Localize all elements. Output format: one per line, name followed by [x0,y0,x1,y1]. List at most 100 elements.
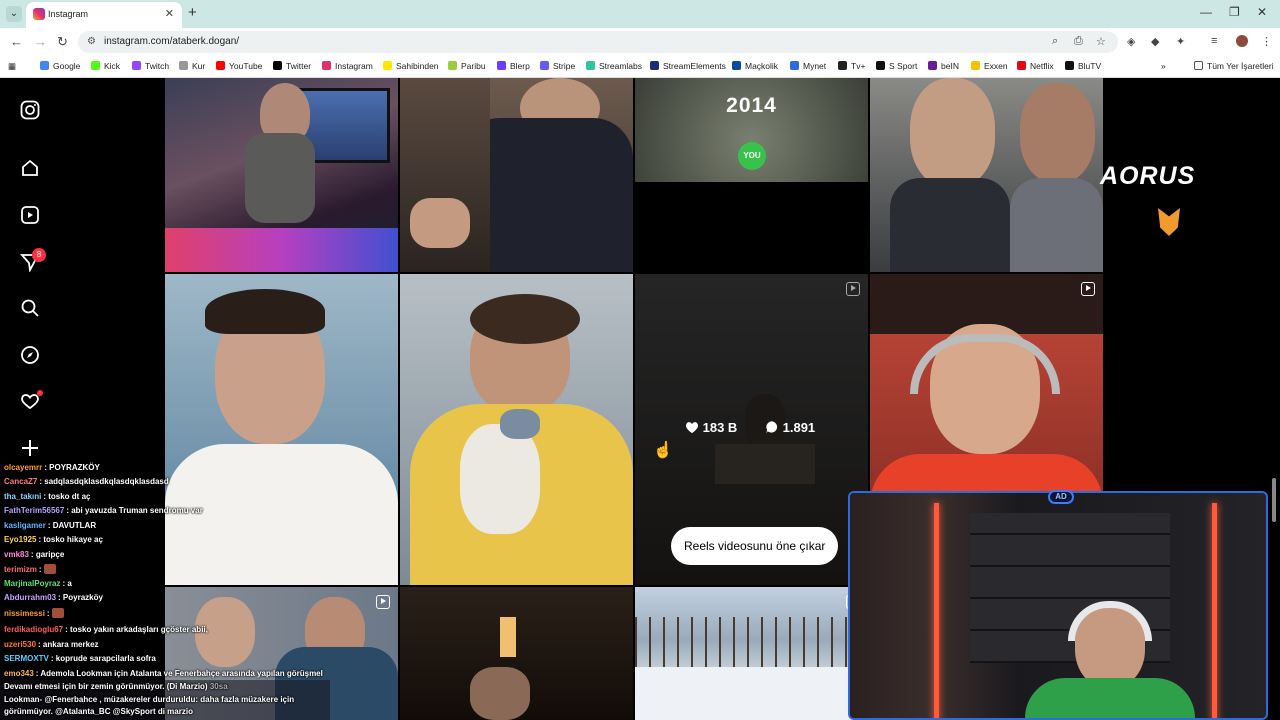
apps-grid-icon[interactable]: ▦ [8,61,16,72]
reel-thumbnail[interactable] [635,587,868,720]
site-info-icon[interactable]: ⚙ [87,36,96,47]
bookmark-blutv[interactable]: BluTV [1065,61,1101,71]
bookmark-ssport[interactable]: S Sport [876,61,917,71]
bookmark-kur[interactable]: Kur [179,61,205,71]
home-icon[interactable] [20,158,40,178]
chat-message: Abdurrahm03: Poyrazköy [4,593,103,602]
bookmark-blerp[interactable]: Blerp [497,61,530,71]
post-thumbnail[interactable] [870,78,1103,272]
likes-heart-icon [685,422,699,434]
aorus-logo: AORUS [1100,162,1196,190]
year-caption: 2014 [726,94,777,117]
create-plus-icon[interactable] [20,438,40,458]
post-thumbnail[interactable]: 2014 YOU [635,78,868,272]
notification-dot [37,390,43,396]
search-icon[interactable] [20,298,40,318]
bookmark-paribu[interactable]: Paribu [448,61,486,71]
chat-message: MarjinalPoyraz: a [4,579,72,588]
chat-message: FathTerim56567: abi yavuzda Truman sendr… [4,506,203,515]
fox-logo-icon [1158,208,1180,236]
you-badge: YOU [738,142,766,170]
ai-icon[interactable]: ◆ [1151,35,1159,48]
bookmark-stripe[interactable]: Stripe [540,61,575,71]
forward-icon[interactable]: → [34,34,47,49]
bookmark-youtube[interactable]: YouTube [216,61,262,71]
bookmark-twitter[interactable]: Twitter [273,61,311,71]
profile-avatar[interactable] [1236,35,1248,47]
omnibox[interactable]: ⚙ instagram.com/ataberk.dogan/ ⌕ ⎙ ☆ [78,31,1118,53]
bookmark-streamelements[interactable]: StreamElements [650,61,726,71]
new-tab-button[interactable]: + [188,4,197,21]
menu-icon[interactable]: ⋮ [1261,35,1272,48]
ticker-line: Devamı etmesi için bir zemin görünmüyor.… [4,682,228,691]
extension-icon[interactable]: ◈ [1127,35,1135,48]
tab-instagram[interactable]: Instagram ✕ [26,2,182,28]
tab-close-icon[interactable]: ✕ [165,7,174,20]
chat-message: uzeri530: ankara merkez [4,640,99,649]
chat-message: SERMOXTV: koprude sarapcilarla sofra [4,654,156,663]
streamer-logo-badge: AD [1048,490,1074,504]
post-thumbnail[interactable] [165,78,398,272]
chat-message: CancaZ7: sadqlasdqklasdkqlasdqklasdasd [4,477,169,486]
bookmark-sahibinden[interactable]: Sahibinden [383,61,439,71]
hover-overlay: 183 B 1.891 Reels videosunu öne çıkar [635,274,868,585]
bookmark-tvplus[interactable]: Tv+ [838,61,865,71]
back-icon[interactable]: ← [10,34,23,49]
reel-icon [1081,282,1095,296]
tab-bar: ⌄ Instagram ✕ + — ❐ ✕ [0,0,1280,28]
address-bar-row: ← → ↻ ⚙ instagram.com/ataberk.dogan/ ⌕ ⎙… [0,28,1280,56]
instagram-logo-icon[interactable] [20,100,40,120]
pin-reel-button[interactable]: Reels videosunu öne çıkar [671,527,839,565]
more-bookmarks-icon[interactable]: » [1161,61,1166,71]
comments-count: 1.891 [782,420,816,435]
media-icon[interactable]: ≡ [1211,35,1217,47]
emote-icon [43,564,56,574]
chat-message: ferdikadioglu67: tosko yakın arkadaşları… [4,625,208,634]
bookmark-star-icon[interactable]: ☆ [1096,35,1106,48]
tab-search-button[interactable]: ⌄ [6,6,22,22]
chat-message: olcayemrr: POYRAZKÖY [4,463,100,472]
notification-badge: 8 [32,248,46,262]
chat-message: Eyo1925: tosko hikaye aç [4,535,103,544]
bookmark-kick[interactable]: Kick [91,61,120,71]
bookmark-streamlabs[interactable]: Streamlabs [586,61,642,71]
extensions-puzzle-icon[interactable]: ✦ [1176,35,1185,48]
reel-icon [376,595,390,609]
chat-message: emo343: Ademola Lookman için Atalanta ve… [4,669,323,678]
bookmark-exxen[interactable]: Exxen [971,61,1008,71]
comments-stat: 1.891 [765,420,815,435]
explore-compass-icon[interactable] [20,345,40,365]
reel-thumbnail-hovered[interactable]: 183 B 1.891 Reels videosunu öne çıkar [635,274,868,585]
bookmark-mynet[interactable]: Mynet [790,61,826,71]
reels-icon[interactable] [20,205,40,225]
post-thumbnail[interactable] [400,78,633,272]
bookmark-instagram[interactable]: Instagram [322,61,373,71]
instagram-favicon-icon [33,8,45,20]
ticker-line: görünmüyor. @Atalanta_BC @SkySport di ma… [4,707,193,716]
mouse-cursor-icon: ☝ [653,442,673,459]
post-thumbnail[interactable] [400,274,633,585]
news-ticker: Devamı etmesi için bir zemin görünmüyor.… [0,680,330,720]
bookmark-twitch[interactable]: Twitch [132,61,169,71]
minimize-icon[interactable]: — [1200,5,1212,19]
bookmark-mackolik[interactable]: Maçkolik [732,61,778,71]
restore-icon[interactable]: ❐ [1229,5,1240,19]
reload-icon[interactable]: ↻ [57,34,68,50]
all-bookmarks-folder[interactable]: Tüm Yer İşaretleri [1194,61,1274,71]
bookmark-bein[interactable]: beIN [928,61,959,71]
bookmarks-bar: ▦ Google Kick Twitch Kur YouTube Twitter… [0,56,1280,78]
url-text: instagram.com/ataberk.dogan/ [104,36,240,47]
tab-title: Instagram [48,9,89,19]
ticker-line: Lookman- @Fenerbahce , müzakereler durdu… [4,695,295,704]
post-thumbnail[interactable] [400,587,633,720]
page-scrollbar[interactable] [1272,478,1276,522]
install-icon[interactable]: ⎙ [1074,35,1083,48]
comment-bubble-icon [766,421,778,434]
bookmark-netflix[interactable]: Netflix [1017,61,1054,71]
bookmark-google[interactable]: Google [40,61,80,71]
zoom-icon[interactable]: ⌕ [1052,35,1058,48]
window-close-icon[interactable]: ✕ [1257,5,1267,19]
chat-message: terimizm: [4,564,56,574]
emote-icon [51,608,64,618]
webcam-overlay [848,491,1268,720]
